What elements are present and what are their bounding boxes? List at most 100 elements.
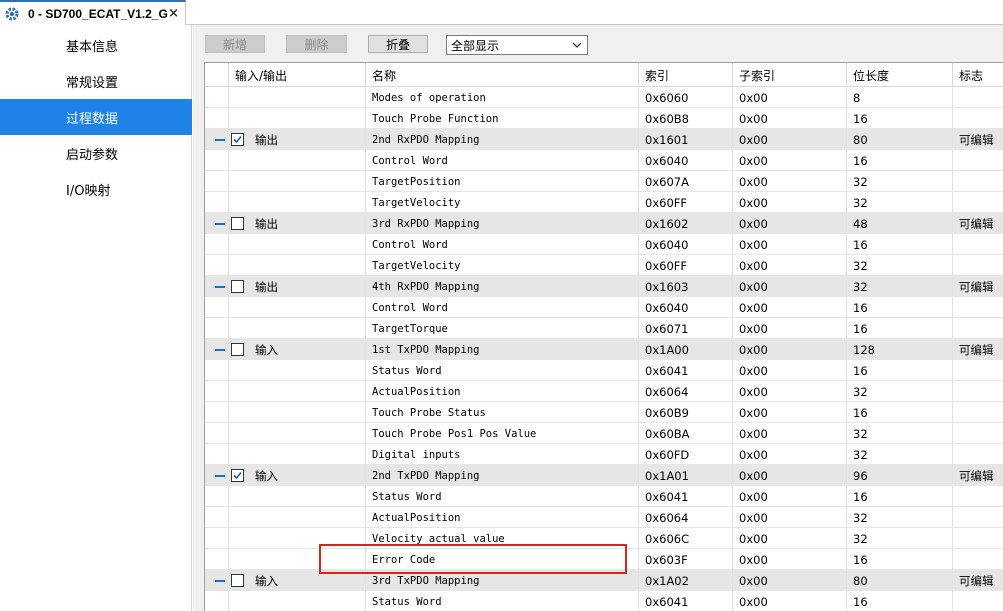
cell-io <box>228 234 365 255</box>
cell-io <box>228 381 365 402</box>
cell-name: TargetPosition <box>365 171 638 192</box>
cell-bit-length: 128 <box>846 339 952 360</box>
cell-flag <box>952 318 1003 339</box>
cell-flag <box>952 444 1003 465</box>
cell-subindex: 0x00 <box>732 276 846 297</box>
table-row[interactable]: Touch Probe Status 0x60B9 0x00 16 <box>205 402 1003 423</box>
cell-bit-length: 32 <box>846 423 952 444</box>
cell-bit-length: 16 <box>846 318 952 339</box>
cell-io <box>228 171 365 192</box>
cell-name: ActualPosition <box>365 381 638 402</box>
cell-flag <box>952 234 1003 255</box>
sidebar-item-process-data[interactable]: 过程数据 <box>0 99 192 135</box>
table-row[interactable]: Status Word 0x6041 0x00 16 <box>205 360 1003 381</box>
column-header-flag[interactable]: 标志 <box>952 63 1003 87</box>
collapse-icon[interactable] <box>215 580 225 582</box>
cell-bit-length: 96 <box>846 465 952 486</box>
column-header-bit-length[interactable]: 位长度 <box>846 63 952 87</box>
table-group-row[interactable]: 输入 2nd TxPDO Mapping 0x1A01 0x00 96 可编辑 <box>205 465 1003 486</box>
sidebar-item-general-settings[interactable]: 常规设置 <box>0 63 192 99</box>
cell-subindex: 0x00 <box>732 507 846 528</box>
table-group-row[interactable]: 输入 1st TxPDO Mapping 0x1A00 0x00 128 可编辑 <box>205 339 1003 360</box>
cell-io <box>228 486 365 507</box>
cell-name: TargetTorque <box>365 318 638 339</box>
table-row[interactable]: Modes of operation 0x6060 0x00 8 <box>205 87 1003 108</box>
cell-io <box>228 423 365 444</box>
table-row[interactable]: TargetPosition 0x607A 0x00 32 <box>205 171 1003 192</box>
cell-io <box>228 549 365 570</box>
cell-subindex: 0x00 <box>732 129 846 150</box>
cell-index: 0x60B8 <box>638 108 732 129</box>
table-row[interactable]: TargetTorque 0x6071 0x00 16 <box>205 318 1003 339</box>
collapse-icon[interactable] <box>215 349 225 351</box>
column-header-index[interactable]: 索引 <box>638 63 732 87</box>
cell-bit-length: 32 <box>846 444 952 465</box>
table-row[interactable]: ActualPosition 0x6064 0x00 32 <box>205 507 1003 528</box>
column-header-subindex[interactable]: 子索引 <box>732 63 846 87</box>
table-row[interactable]: Status Word 0x6041 0x00 16 <box>205 486 1003 507</box>
cell-index: 0x607A <box>638 171 732 192</box>
table-group-row[interactable]: 输出 4th RxPDO Mapping 0x1603 0x00 32 可编辑 <box>205 276 1003 297</box>
table-row[interactable]: Control Word 0x6040 0x00 16 <box>205 150 1003 171</box>
cell-subindex: 0x00 <box>732 465 846 486</box>
cell-index: 0x6060 <box>638 87 732 108</box>
table-row[interactable]: Control Word 0x6040 0x00 16 <box>205 297 1003 318</box>
cell-flag: 可编辑 <box>952 570 1003 591</box>
collapse-icon[interactable] <box>215 475 225 477</box>
column-header-io[interactable]: 输入/输出 <box>228 63 365 87</box>
collapse-icon[interactable] <box>215 223 225 225</box>
cell-index: 0x1603 <box>638 276 732 297</box>
cell-index: 0x6064 <box>638 507 732 528</box>
table-row[interactable]: Digital inputs 0x60FD 0x00 32 <box>205 444 1003 465</box>
cell-flag: 可编辑 <box>952 465 1003 486</box>
cell-index: 0x60FD <box>638 444 732 465</box>
cell-flag <box>952 381 1003 402</box>
table-row[interactable]: Touch Probe Pos1 Pos Value 0x60BA 0x00 32 <box>205 423 1003 444</box>
cell-io <box>228 507 365 528</box>
table-row[interactable]: Touch Probe Function 0x60B8 0x00 16 <box>205 108 1003 129</box>
collapse-icon[interactable] <box>215 139 225 141</box>
table-row[interactable]: ActualPosition 0x6064 0x00 32 <box>205 381 1003 402</box>
table-row[interactable]: Control Word 0x6040 0x00 16 <box>205 234 1003 255</box>
table-row[interactable]: Status Word 0x6041 0x00 16 <box>205 591 1003 611</box>
table-row[interactable]: Error Code 0x603F 0x00 16 <box>205 549 1003 570</box>
fold-button[interactable]: 折叠 <box>368 35 428 53</box>
cell-io: 输入 <box>228 339 365 360</box>
cell-bit-length: 32 <box>846 255 952 276</box>
cell-name: Touch Probe Pos1 Pos Value <box>365 423 638 444</box>
cell-bit-length: 16 <box>846 360 952 381</box>
tab-title: 0 - SD700_ECAT_V1.2_G <box>28 6 168 21</box>
close-icon[interactable]: × <box>168 6 179 21</box>
cell-flag <box>952 108 1003 129</box>
collapse-icon[interactable] <box>215 286 225 288</box>
cell-subindex: 0x00 <box>732 108 846 129</box>
cell-io: 输入 <box>228 570 365 591</box>
cell-name: 2nd RxPDO Mapping <box>365 129 638 150</box>
chevron-down-icon <box>571 39 583 51</box>
pdo-table: 输入/输出 名称 索引 子索引 位长度 标志 Modes of operatio… <box>204 62 1003 611</box>
sidebar-item-io-mapping[interactable]: I/O映射 <box>0 171 192 207</box>
table-group-row[interactable]: 输入 3rd TxPDO Mapping 0x1A02 0x00 80 可编辑 <box>205 570 1003 591</box>
cell-index: 0x6041 <box>638 360 732 381</box>
cell-bit-length: 80 <box>846 129 952 150</box>
table-row[interactable]: Velocity actual value 0x606C 0x00 32 <box>205 528 1003 549</box>
cell-bit-length: 32 <box>846 192 952 213</box>
table-group-row[interactable]: 输出 2nd RxPDO Mapping 0x1601 0x00 80 可编辑 <box>205 129 1003 150</box>
delete-button[interactable]: 删除 <box>286 35 347 53</box>
cell-bit-length: 48 <box>846 213 952 234</box>
table-row[interactable]: TargetVelocity 0x60FF 0x00 32 <box>205 255 1003 276</box>
cell-io: 输出 <box>228 129 365 150</box>
filter-select[interactable]: 全部显示 <box>446 35 588 55</box>
column-header-name[interactable]: 名称 <box>365 63 638 87</box>
table-row[interactable]: TargetVelocity 0x60FF 0x00 32 <box>205 192 1003 213</box>
add-button[interactable]: 新增 <box>205 35 265 53</box>
cell-io <box>228 360 365 381</box>
sidebar: 基本信息 常规设置 过程数据 启动参数 I/O映射 <box>0 25 192 611</box>
cell-subindex: 0x00 <box>732 486 846 507</box>
cell-io <box>228 255 365 276</box>
cell-name: Error Code <box>365 549 638 570</box>
table-group-row[interactable]: 输出 3rd RxPDO Mapping 0x1602 0x00 48 可编辑 <box>205 213 1003 234</box>
sidebar-item-startup-params[interactable]: 启动参数 <box>0 135 192 171</box>
tab-device[interactable]: 0 - SD700_ECAT_V1.2_G × <box>0 0 186 25</box>
sidebar-item-basic-info[interactable]: 基本信息 <box>0 27 192 63</box>
